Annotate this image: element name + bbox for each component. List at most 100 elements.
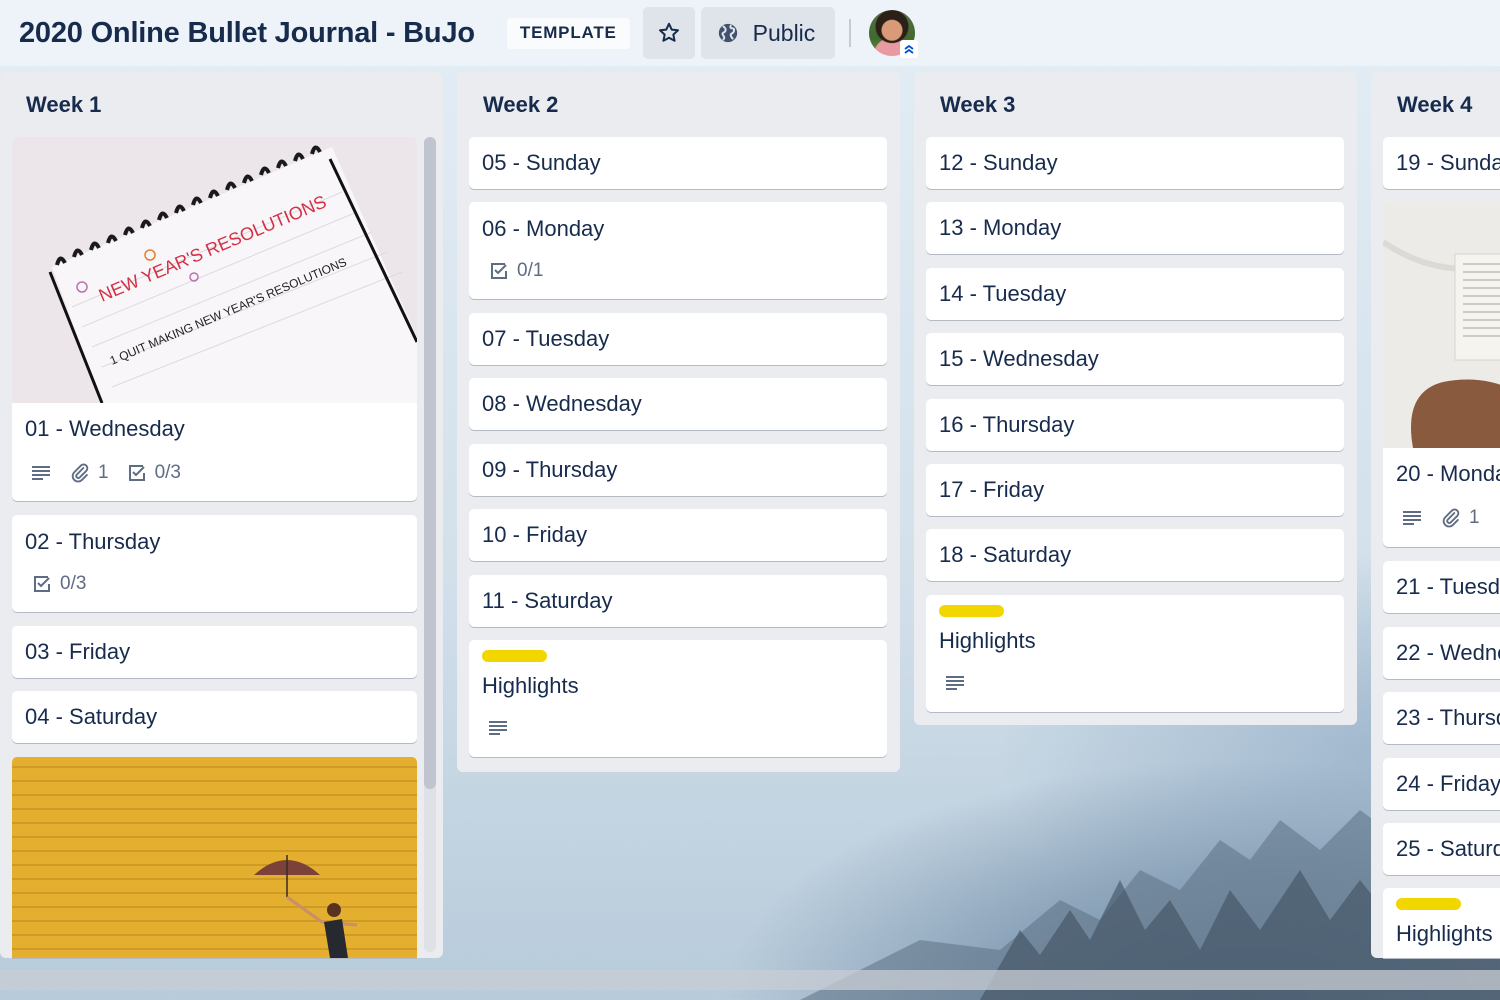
card-title: 19 - Sunday [1396,150,1500,175]
card-06-monday[interactable]: 06 - Monday 0/1 [469,202,887,299]
attachment-badge: 1 [1441,507,1480,529]
checklist-badge: 0/1 [489,260,543,282]
list-title[interactable]: Week 3 [940,92,1015,118]
card-cover-image [1383,202,1500,448]
card-title: 15 - Wednesday [939,346,1099,371]
label-yellow[interactable] [939,605,1004,617]
card-13-monday[interactable]: 13 - Monday [926,202,1344,254]
label-yellow[interactable] [1396,898,1461,910]
card-22-wednesday[interactable]: 22 - Wednesday [1383,627,1500,679]
checklist-badge: 0/3 [127,462,181,484]
description-badge [1401,509,1423,527]
card-09-thursday[interactable]: 09 - Thursday [469,444,887,496]
star-icon [658,22,679,42]
board-horizontal-scrollbar[interactable] [0,970,1500,990]
card-04-saturday[interactable]: 04 - Saturday [12,691,417,743]
checklist-badge: 0/3 [32,573,86,595]
board-canvas: Week 1 NEW YEAR'S RESOLUTIONS 1 QUIT MAK… [0,72,1500,958]
card-highlights-week-2[interactable]: Highlights [469,640,887,757]
list-week-4: Week 4 19 - Sunday 20 - Monday [1371,72,1500,958]
card-03-friday[interactable]: 03 - Friday [12,626,417,678]
card-title: 21 - Tuesday [1396,574,1500,599]
card-24-friday[interactable]: 24 - Friday [1383,758,1500,810]
card-title: 10 - Friday [482,522,588,547]
card-badges: 1 [1401,507,1498,529]
card-badges: 1 0/3 [30,462,199,484]
card-05-sunday[interactable]: 05 - Sunday [469,137,887,189]
card-17-friday[interactable]: 17 - Friday [926,464,1344,516]
list-title[interactable]: Week 2 [483,92,558,118]
card-title: 05 - Sunday [482,150,601,175]
card-25-saturday[interactable]: 25 - Saturday [1383,823,1500,875]
card-02-thursday[interactable]: 02 - Thursday 0/3 [12,515,417,612]
card-title: 11 - Saturday [482,588,613,613]
umbrella-cover-image [12,757,417,958]
card-title: 13 - Monday [939,215,1062,240]
description-icon [32,466,50,480]
checklist-icon [128,465,145,481]
card-23-thursday[interactable]: 23 - Thursday [1383,692,1500,744]
admin-chevron-icon [900,40,919,58]
card-title: 12 - Sunday [939,150,1058,175]
visibility-button[interactable]: Public [700,7,836,59]
card-title: Highlights [1396,921,1493,946]
list-scrollbar[interactable] [424,137,436,952]
card-title: 14 - Tuesday [939,281,1067,306]
paperclip-icon [1442,508,1460,528]
card-title: 04 - Saturday [25,704,158,729]
description-icon [489,721,507,735]
card-title: 03 - Friday [25,639,131,664]
card-highlights-week-3[interactable]: Highlights [926,595,1344,712]
list-week-3: Week 3 12 - Sunday 13 - Monday 14 - Tues… [914,72,1357,725]
card-title: 06 - Monday [482,216,605,241]
card-title: 01 - Wednesday [25,416,185,441]
label-yellow[interactable] [482,650,547,662]
card-title: 24 - Friday [1396,771,1500,796]
card-badges [944,674,984,692]
star-board-button[interactable] [642,7,695,59]
list-scrollbar-thumb[interactable] [424,137,436,789]
card-title: Highlights [482,673,579,698]
card-18-saturday[interactable]: 18 - Saturday [926,529,1344,581]
header-divider [849,19,852,47]
card-21-tuesday[interactable]: 21 - Tuesday [1383,561,1500,613]
member-avatar[interactable] [869,10,919,58]
attachment-count: 1 [98,462,109,483]
attachment-badge: 1 [70,462,109,484]
card-11-saturday[interactable]: 11 - Saturday [469,575,887,627]
card-badges: 0/1 [489,260,561,282]
card-title: 22 - Wednesday [1396,640,1500,665]
card-20-monday[interactable]: 20 - Monday 1 [1383,202,1500,547]
card-15-wednesday[interactable]: 15 - Wednesday [926,333,1344,385]
card-title: Highlights [939,628,1036,653]
card-12-sunday[interactable]: 12 - Sunday [926,137,1344,189]
paperclip-icon [71,463,89,483]
card-title: 09 - Thursday [482,457,618,482]
card-16-thursday[interactable]: 16 - Thursday [926,399,1344,451]
notebook-cover-image: NEW YEAR'S RESOLUTIONS 1 QUIT MAKING NEW… [12,137,417,403]
description-icon [946,676,964,690]
card-title: 07 - Tuesday [482,326,610,351]
card-title: 16 - Thursday [939,412,1075,437]
board-title[interactable]: 2020 Online Bullet Journal - BuJo [19,17,475,50]
card-10-friday[interactable]: 10 - Friday [469,509,887,561]
checklist-count: 0/3 [154,462,181,483]
card-08-wednesday[interactable]: 08 - Wednesday [469,378,887,430]
card-highlights-week-4[interactable]: Highlights [1383,888,1500,958]
card-14-tuesday[interactable]: 14 - Tuesday [926,268,1344,320]
card-title: 17 - Friday [939,477,1045,502]
card-title: 08 - Wednesday [482,391,642,416]
card-07-tuesday[interactable]: 07 - Tuesday [469,313,887,365]
checklist-icon [34,576,50,592]
list-title[interactable]: Week 4 [1397,92,1472,118]
card-19-sunday[interactable]: 19 - Sunday [1383,137,1500,189]
card-umbrella-cover[interactable] [12,757,417,958]
book-on-bed-cover-image [1383,202,1500,448]
description-badge [944,674,966,692]
card-cover-image: NEW YEAR'S RESOLUTIONS 1 QUIT MAKING NEW… [12,137,417,403]
list-week-2: Week 2 05 - Sunday 06 - Monday 0/1 07 - … [457,72,900,772]
list-title[interactable]: Week 1 [26,92,101,118]
card-01-wednesday[interactable]: NEW YEAR'S RESOLUTIONS 1 QUIT MAKING NEW… [12,137,417,501]
template-badge: TEMPLATE [506,17,630,49]
description-badge [30,464,52,482]
